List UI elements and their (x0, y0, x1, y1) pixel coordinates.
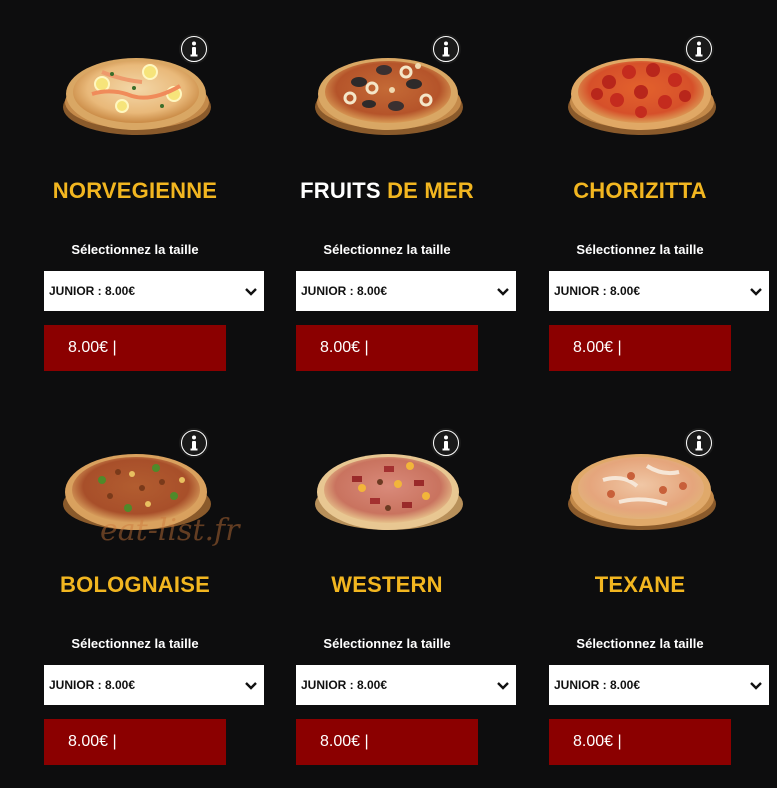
chevron-down-icon (245, 682, 257, 690)
watermark: eat-list.fr (100, 513, 240, 548)
size-select-value: JUNIOR : 8.00€ (49, 284, 136, 298)
info-icon (182, 37, 206, 61)
pizza-card-western: WESTERN Sélectionnez la taille JUNIOR : … (296, 394, 548, 788)
info-icon (434, 431, 458, 455)
chevron-down-icon (245, 288, 257, 296)
pizza-card-bolognaise: BOLOGNAISE Sélectionnez la taille JUNIOR… (44, 394, 296, 788)
size-label: Sélectionnez la taille (576, 636, 704, 651)
pizza-card-fruits-de-mer: FRUITS DE MER Sélectionnez la taille JUN… (296, 0, 548, 394)
info-icon (434, 37, 458, 61)
price-button[interactable]: 8.00€ | (549, 325, 731, 371)
size-select[interactable]: JUNIOR : 8.00€ (549, 271, 769, 311)
price-button[interactable]: 8.00€ | (44, 719, 226, 765)
price-button[interactable]: 8.00€ | (549, 719, 731, 765)
pizza-name: BOLOGNAISE (60, 572, 210, 597)
size-select[interactable]: JUNIOR : 8.00€ (296, 271, 516, 311)
pizza-name: WESTERN (331, 572, 443, 597)
chevron-down-icon (750, 288, 762, 296)
size-select-value: JUNIOR : 8.00€ (49, 678, 136, 692)
pizza-card-chorizitta: CHORIZITTA Sélectionnez la taille JUNIOR… (549, 0, 777, 394)
chevron-down-icon (750, 682, 762, 690)
size-select[interactable]: JUNIOR : 8.00€ (296, 665, 516, 705)
price-button[interactable]: 8.00€ | (296, 325, 478, 371)
info-button[interactable] (684, 428, 714, 458)
price-button[interactable]: 8.00€ | (296, 719, 478, 765)
pizza-name: FRUITS DE MER (300, 178, 474, 203)
pizza-card-texane: TEXANE Sélectionnez la taille JUNIOR : 8… (549, 394, 777, 788)
info-button[interactable] (179, 34, 209, 64)
chevron-down-icon (497, 288, 509, 296)
info-icon (687, 431, 711, 455)
price-button[interactable]: 8.00€ | (44, 325, 226, 371)
info-button[interactable] (431, 34, 461, 64)
size-select[interactable]: JUNIOR : 8.00€ (44, 665, 264, 705)
info-icon (182, 431, 206, 455)
size-label: Sélectionnez la taille (576, 242, 704, 257)
info-button[interactable] (179, 428, 209, 458)
pizza-name: NORVEGIENNE (52, 178, 218, 203)
size-label: Sélectionnez la taille (71, 636, 199, 651)
info-button[interactable] (431, 428, 461, 458)
info-button[interactable] (684, 34, 714, 64)
pizza-name: TEXANE (594, 572, 686, 597)
size-select-value: JUNIOR : 8.00€ (301, 678, 388, 692)
size-select-value: JUNIOR : 8.00€ (554, 284, 641, 298)
size-select[interactable]: JUNIOR : 8.00€ (44, 271, 264, 311)
pizza-card-norvegienne: NORVEGIENNE Sélectionnez la taille JUNIO… (44, 0, 296, 394)
chevron-down-icon (497, 682, 509, 690)
size-select[interactable]: JUNIOR : 8.00€ (549, 665, 769, 705)
size-select-value: JUNIOR : 8.00€ (554, 678, 641, 692)
size-select-value: JUNIOR : 8.00€ (301, 284, 388, 298)
size-label: Sélectionnez la taille (71, 242, 199, 257)
size-label: Sélectionnez la taille (323, 242, 451, 257)
pizza-name: CHORIZITTA (573, 178, 707, 203)
size-label: Sélectionnez la taille (323, 636, 451, 651)
info-icon (687, 37, 711, 61)
